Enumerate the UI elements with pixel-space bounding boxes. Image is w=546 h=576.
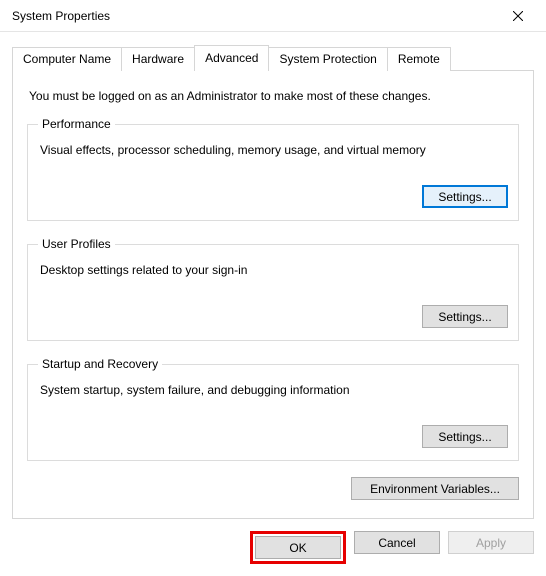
window-title: System Properties	[12, 9, 110, 23]
group-performance-legend: Performance	[38, 117, 115, 131]
group-startup-recovery-legend: Startup and Recovery	[38, 357, 162, 371]
tab-remote[interactable]: Remote	[387, 47, 451, 71]
dialog-button-bar: OK Cancel Apply	[0, 519, 546, 576]
tabpanel-advanced: You must be logged on as an Administrato…	[12, 70, 534, 519]
dialog-body: Computer Name Hardware Advanced System P…	[0, 32, 546, 519]
tab-system-protection[interactable]: System Protection	[268, 47, 387, 71]
group-startup-recovery-desc: System startup, system failure, and debu…	[40, 383, 508, 397]
cancel-button[interactable]: Cancel	[354, 531, 440, 554]
environment-variables-button[interactable]: Environment Variables...	[351, 477, 519, 500]
ok-button-highlight: OK	[250, 531, 346, 564]
close-icon	[513, 11, 523, 21]
close-button[interactable]	[498, 2, 538, 30]
performance-settings-button[interactable]: Settings...	[422, 185, 508, 208]
group-performance: Performance Visual effects, processor sc…	[27, 117, 519, 221]
group-user-profiles-desc: Desktop settings related to your sign-in	[40, 263, 508, 277]
tabstrip: Computer Name Hardware Advanced System P…	[12, 45, 534, 71]
tab-computer-name[interactable]: Computer Name	[12, 47, 122, 71]
group-user-profiles: User Profiles Desktop settings related t…	[27, 237, 519, 341]
group-user-profiles-legend: User Profiles	[38, 237, 115, 251]
user-profiles-settings-button[interactable]: Settings...	[422, 305, 508, 328]
group-performance-desc: Visual effects, processor scheduling, me…	[40, 143, 508, 157]
ok-button[interactable]: OK	[255, 536, 341, 559]
startup-recovery-settings-button[interactable]: Settings...	[422, 425, 508, 448]
apply-button[interactable]: Apply	[448, 531, 534, 554]
tab-advanced[interactable]: Advanced	[194, 45, 269, 71]
tab-hardware[interactable]: Hardware	[121, 47, 195, 71]
titlebar: System Properties	[0, 0, 546, 32]
admin-notice: You must be logged on as an Administrato…	[29, 89, 519, 103]
group-startup-recovery: Startup and Recovery System startup, sys…	[27, 357, 519, 461]
